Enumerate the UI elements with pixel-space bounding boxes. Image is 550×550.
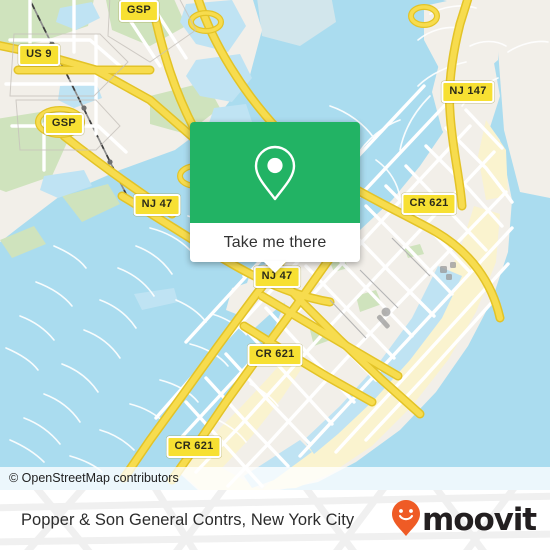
map-attribution[interactable]: © OpenStreetMap contributors [0,467,550,490]
road-shield: CR 621 [166,436,222,458]
place-title: Popper & Son General Contrs, New York Ci… [21,510,355,529]
road-shield: GSP [118,0,160,22]
popup-header [190,122,360,223]
map-canvas[interactable]: GSP US 9 GSP NJ 147 NJ 47 CR 621 NJ 47 C… [0,0,550,490]
road-shield: US 9 [18,44,60,66]
take-me-there-label: Take me there [223,233,327,251]
take-me-there-button[interactable]: Take me there [190,223,360,273]
road-shield: CR 621 [401,193,457,215]
road-shield: NJ 47 [133,194,181,216]
place-popup-card[interactable]: Take me there [190,122,360,273]
moovit-logo[interactable]: moovit [391,499,537,542]
map-pin-icon [252,144,298,202]
moovit-smiley-pin-icon [391,499,421,542]
moovit-wordmark: moovit [422,501,537,538]
road-shield: NJ 147 [441,81,495,103]
popup-pointer-tail [263,261,287,273]
road-shield: GSP [43,113,85,135]
road-shield: CR 621 [247,344,303,366]
footer-bar: Popper & Son General Contrs, New York Ci… [0,490,550,550]
